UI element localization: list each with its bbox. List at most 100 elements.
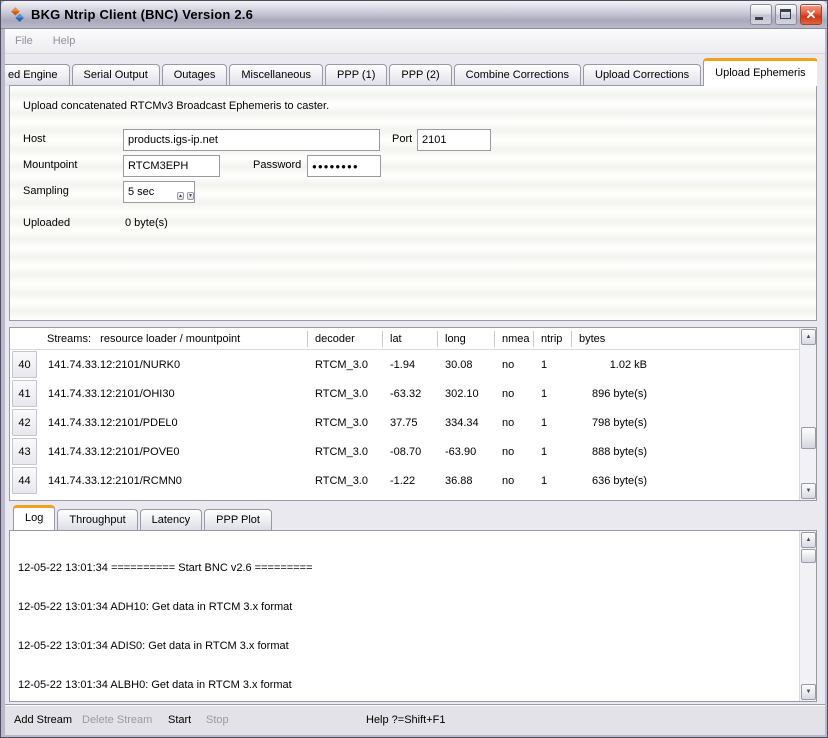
tab-log[interactable]: Log: [13, 505, 55, 530]
menu-file[interactable]: File: [5, 32, 43, 50]
tab-outages[interactable]: Outages: [162, 64, 228, 86]
settings-tab-bar: ed Engine Serial Output Outages Miscella…: [5, 57, 817, 86]
cell-long: 36.88: [437, 475, 494, 487]
header-nmea[interactable]: nmea: [494, 331, 533, 347]
window-title: BKG Ntrip Client (BNC) Version 2.6: [31, 7, 747, 22]
row-number[interactable]: 41: [12, 380, 37, 407]
log-panel[interactable]: 12-05-22 13:01:34 ========== Start BNC v…: [9, 530, 817, 702]
minimize-icon: [755, 17, 763, 20]
host-input[interactable]: products.igs-ip.net: [123, 129, 380, 151]
cell-mountpoint: 141.74.33.12:2101/POVE0: [40, 446, 307, 458]
row-number[interactable]: 44: [12, 467, 37, 494]
cell-ntrip: 1: [533, 446, 571, 458]
log-text: 12-05-22 13:01:34 ========== Start BNC v…: [10, 531, 816, 702]
streams-table-header: Streams: resource loader / mountpoint de…: [10, 328, 816, 350]
header-long[interactable]: long: [437, 331, 494, 347]
spin-down-icon: ▼: [188, 193, 193, 199]
row-number[interactable]: 42: [12, 409, 37, 436]
app-window: BKG Ntrip Client (BNC) Version 2.6 ✕ Fil…: [0, 0, 828, 738]
sampling-value: 5 sec: [128, 186, 154, 198]
uploaded-value: 0 byte(s): [125, 217, 168, 229]
mountpoint-input[interactable]: RTCM3EPH: [123, 155, 220, 177]
cell-mountpoint: 141.74.33.12:2101/NURK0: [40, 359, 307, 371]
scroll-down-icon: ▼: [806, 488, 812, 494]
scroll-up-button[interactable]: ▲: [801, 532, 816, 548]
maximize-button[interactable]: [775, 4, 797, 25]
spin-up-button[interactable]: ▲: [177, 192, 184, 200]
tab-upload-corrections[interactable]: Upload Corrections: [583, 64, 701, 86]
port-input[interactable]: 2101: [417, 129, 491, 151]
cell-lat: -1.22: [382, 475, 437, 487]
tab-serial-output[interactable]: Serial Output: [72, 64, 160, 86]
title-bar[interactable]: BKG Ntrip Client (BNC) Version 2.6 ✕: [1, 1, 827, 29]
sampling-label: Sampling: [23, 185, 69, 197]
scroll-down-button[interactable]: ▼: [801, 483, 816, 499]
cell-nmea: no: [494, 388, 533, 400]
tab-ppp-2[interactable]: PPP (2): [389, 64, 451, 86]
add-stream-button[interactable]: Add Stream: [14, 714, 72, 726]
mountpoint-label: Mountpoint: [23, 159, 77, 171]
tab-feed-engine[interactable]: ed Engine: [5, 64, 70, 86]
tab-ppp-plot[interactable]: PPP Plot: [204, 509, 272, 530]
streams-table: Streams: resource loader / mountpoint de…: [9, 327, 817, 501]
menu-bar: File Help: [5, 29, 825, 54]
log-tab-bar: Log Throughput Latency PPP Plot: [13, 504, 274, 530]
tab-miscellaneous[interactable]: Miscellaneous: [229, 64, 323, 86]
cell-nmea: no: [494, 446, 533, 458]
minimize-button[interactable]: [750, 4, 772, 25]
content-area: ed Engine Serial Output Outages Miscella…: [5, 54, 825, 735]
cell-mountpoint: 141.74.33.12:2101/OHI30: [40, 388, 307, 400]
table-row[interactable]: 43 141.74.33.12:2101/POVE0 RTCM_3.0 -08.…: [10, 437, 816, 466]
cell-decoder: RTCM_3.0: [307, 388, 382, 400]
delete-stream-button[interactable]: Delete Stream: [82, 714, 152, 726]
cell-long: 334.34: [437, 417, 494, 429]
scroll-up-button[interactable]: ▲: [801, 329, 816, 345]
tab-throughput[interactable]: Throughput: [57, 509, 137, 530]
action-bar: Add Stream Delete Stream Start Stop Help…: [5, 704, 825, 735]
table-row[interactable]: 41 141.74.33.12:2101/OHI30 RTCM_3.0 -63.…: [10, 379, 816, 408]
tab-latency[interactable]: Latency: [140, 509, 203, 530]
cell-bytes: 798 byte(s): [571, 417, 651, 429]
spin-down-button[interactable]: ▼: [187, 192, 194, 200]
cell-nmea: no: [494, 417, 533, 429]
header-decoder[interactable]: decoder: [307, 331, 382, 347]
log-scrollbar[interactable]: ▲ ▼: [799, 531, 816, 701]
sampling-spinner[interactable]: 5 sec ▲ ▼: [123, 181, 195, 203]
scrollbar-thumb[interactable]: [801, 427, 816, 449]
tab-ppp-1[interactable]: PPP (1): [325, 64, 387, 86]
close-button[interactable]: ✕: [800, 4, 822, 25]
cell-decoder: RTCM_3.0: [307, 475, 382, 487]
cell-bytes: 1.02 kB: [571, 359, 651, 371]
log-line: 12-05-22 13:01:34 ========== Start BNC v…: [18, 562, 808, 575]
stop-button[interactable]: Stop: [206, 714, 229, 726]
cell-lat: -1.94: [382, 359, 437, 371]
cell-decoder: RTCM_3.0: [307, 417, 382, 429]
log-line: 12-05-22 13:01:34 ADH10: Get data in RTC…: [18, 601, 808, 614]
menu-help[interactable]: Help: [43, 32, 86, 50]
header-ntrip[interactable]: ntrip: [533, 331, 571, 347]
password-input[interactable]: ●●●●●●●●: [307, 155, 381, 177]
panel-caption: Upload concatenated RTCMv3 Broadcast Eph…: [23, 100, 329, 112]
cell-decoder: RTCM_3.0: [307, 359, 382, 371]
table-row[interactable]: 42 141.74.33.12:2101/PDEL0 RTCM_3.0 37.7…: [10, 408, 816, 437]
table-row[interactable]: 44 141.74.33.12:2101/RCMN0 RTCM_3.0 -1.2…: [10, 466, 816, 495]
close-icon: ✕: [806, 7, 817, 22]
scrollbar-thumb[interactable]: [801, 549, 816, 563]
streams-scrollbar[interactable]: ▲ ▼: [799, 328, 816, 500]
scroll-up-icon: ▲: [806, 537, 812, 543]
header-lat[interactable]: lat: [382, 331, 437, 347]
sampling-spin-buttons: ▲ ▼: [177, 184, 192, 200]
tab-upload-ephemeris[interactable]: Upload Ephemeris: [703, 58, 817, 86]
row-number[interactable]: 43: [12, 438, 37, 465]
row-number[interactable]: 40: [12, 351, 37, 378]
start-button[interactable]: Start: [168, 714, 191, 726]
upload-ephemeris-panel: Upload concatenated RTCMv3 Broadcast Eph…: [9, 85, 817, 321]
tab-combine-corrections[interactable]: Combine Corrections: [454, 64, 581, 86]
password-label: Password: [253, 159, 301, 171]
log-line: 12-05-22 13:01:34 ALBH0: Get data in RTC…: [18, 679, 808, 692]
header-bytes[interactable]: bytes: [571, 331, 651, 347]
scroll-down-button[interactable]: ▼: [801, 684, 816, 700]
cell-decoder: RTCM_3.0: [307, 446, 382, 458]
table-row[interactable]: 40 141.74.33.12:2101/NURK0 RTCM_3.0 -1.9…: [10, 350, 816, 379]
header-mountpoint[interactable]: Streams: resource loader / mountpoint: [40, 331, 307, 347]
